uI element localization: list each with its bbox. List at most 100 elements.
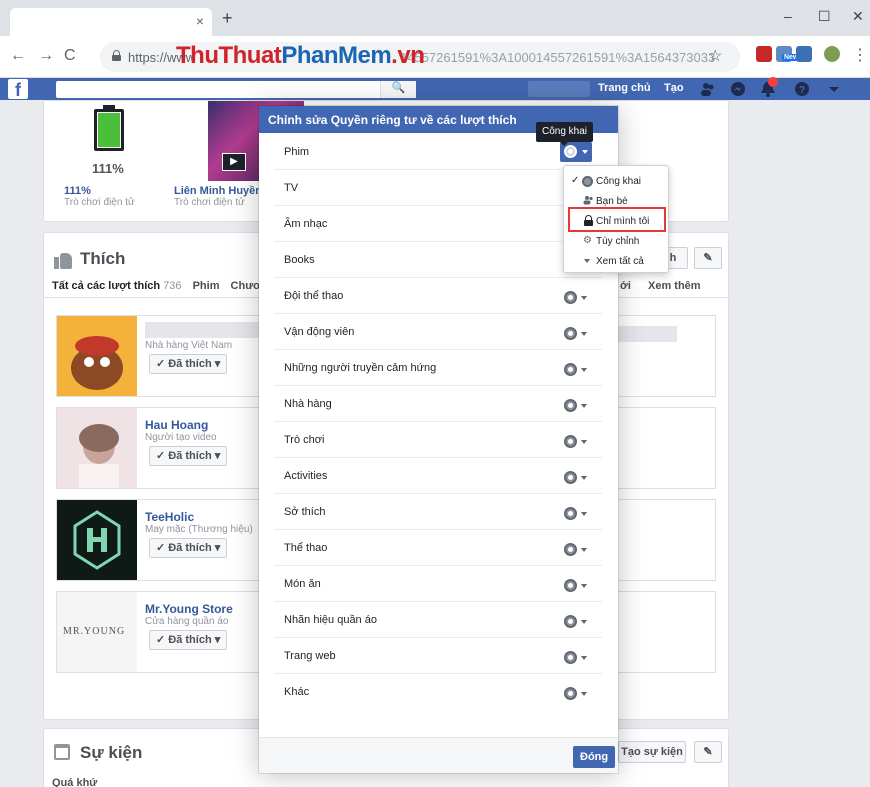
close-window-button[interactable]: ✕ xyxy=(852,8,864,25)
maximize-button[interactable]: ☐ xyxy=(818,8,831,25)
svg-text:?: ? xyxy=(799,85,805,96)
page-avatar[interactable] xyxy=(57,408,137,488)
page-avatar[interactable] xyxy=(57,316,137,396)
audience-selector-button[interactable] xyxy=(564,578,594,594)
liked-button[interactable]: ✓ Đã thích ▾ xyxy=(149,446,228,466)
audience-selector-button[interactable] xyxy=(564,470,594,486)
game-category: Trò chơi điện tử xyxy=(64,197,135,208)
browser-tab[interactable]: × xyxy=(10,8,212,36)
globe-icon xyxy=(564,543,577,556)
game-name[interactable]: Liên Minh Huyền... xyxy=(174,185,271,197)
new-tab-button[interactable]: + xyxy=(222,8,233,29)
globe-icon xyxy=(564,471,577,484)
minimize-button[interactable]: – xyxy=(784,8,792,24)
chevron-down-icon xyxy=(581,296,587,300)
liked-button[interactable]: ✓ Đã thích ▾ xyxy=(149,630,228,650)
menu-item-see-all[interactable]: Xem tất cả xyxy=(568,252,666,272)
search-input[interactable]: 🔍 xyxy=(56,81,416,98)
home-link[interactable]: Trang chủ xyxy=(598,82,651,94)
tab-all-likes[interactable]: Tất cả các lượt thích xyxy=(52,280,160,292)
page-name[interactable]: Mr.Young Store xyxy=(145,602,233,616)
brand-logo-text: MR.YOUNG xyxy=(63,626,126,637)
category-label: Thể thao xyxy=(284,542,328,554)
category-label: Khác xyxy=(284,686,310,698)
audience-selector-button[interactable] xyxy=(564,326,594,342)
audience-selector-button[interactable] xyxy=(564,650,594,666)
messenger-icon[interactable] xyxy=(730,81,746,97)
extension-icon[interactable] xyxy=(756,46,772,62)
search-icon[interactable]: 🔍 xyxy=(380,81,416,98)
edit-pencil-icon[interactable]: ✎ xyxy=(694,247,722,269)
audience-selector-button[interactable] xyxy=(564,434,594,450)
audience-selector-button[interactable] xyxy=(564,542,594,558)
globe-icon xyxy=(564,145,577,158)
audience-selector-button[interactable] xyxy=(564,686,594,702)
globe-icon xyxy=(564,507,577,520)
edit-pencil-icon[interactable]: ✎ xyxy=(694,741,722,763)
liked-button[interactable]: ✓ Đã thích ▾ xyxy=(149,538,228,558)
bookmark-star-icon[interactable]: ☆ xyxy=(708,46,722,66)
reload-icon[interactable]: C xyxy=(64,47,76,65)
audience-selector-button[interactable] xyxy=(564,290,594,306)
privacy-row: Sở thích xyxy=(274,494,602,530)
notifications-icon[interactable] xyxy=(760,77,778,97)
page-avatar[interactable] xyxy=(57,500,137,580)
facebook-logo[interactable]: f xyxy=(8,79,28,100)
see-more-link[interactable]: Xem thêm xyxy=(648,280,701,292)
create-link[interactable]: Tạo xyxy=(664,82,684,94)
category-label: Activities xyxy=(284,470,328,482)
menu-item-public[interactable]: ✓ Công khai xyxy=(568,172,666,192)
category-label: Âm nhạc xyxy=(284,218,328,230)
dialog-title: Chỉnh sửa Quyền riêng tư về các lượt thí… xyxy=(268,113,517,127)
close-dialog-button[interactable]: Đóng xyxy=(573,746,616,768)
audience-selector-button[interactable] xyxy=(564,398,594,414)
friend-requests-icon[interactable] xyxy=(700,81,716,97)
category-label: Món ăn xyxy=(284,578,321,590)
account-menu-icon[interactable] xyxy=(826,81,842,97)
download-icon[interactable] xyxy=(796,46,812,62)
privacy-row: Activities xyxy=(274,458,602,494)
page-name-placeholder xyxy=(145,322,275,338)
extension-icon[interactable]: New xyxy=(776,46,801,62)
url-input[interactable]: https://www 14557261591%3A10001455726159… xyxy=(100,42,740,72)
gear-icon: ⚙ xyxy=(583,235,592,246)
audience-selector-button[interactable] xyxy=(564,506,594,522)
forward-icon[interactable]: → xyxy=(38,47,54,65)
tab-truncated-right[interactable]: ới xyxy=(620,280,631,292)
tab-movies[interactable]: Phim xyxy=(193,280,220,292)
chevron-down-icon xyxy=(581,368,587,372)
profile-name-link[interactable] xyxy=(528,81,590,97)
chevron-down-icon xyxy=(581,692,587,696)
chevron-down-icon xyxy=(582,150,588,154)
globe-icon xyxy=(564,651,577,664)
category-label: Sở thích xyxy=(284,506,326,518)
placeholder xyxy=(617,326,677,342)
checkmark-icon: ✓ xyxy=(571,175,580,186)
privacy-row: Món ăn xyxy=(274,566,602,602)
audience-selector-button[interactable] xyxy=(564,614,594,630)
globe-icon xyxy=(564,399,577,412)
page-name[interactable]: TeeHolic xyxy=(145,510,194,524)
back-icon[interactable]: ← xyxy=(10,47,26,65)
globe-icon xyxy=(564,615,577,628)
help-icon[interactable]: ? xyxy=(794,81,810,97)
menu-item-custom[interactable]: ⚙ Tùy chỉnh xyxy=(568,232,666,252)
profile-avatar[interactable] xyxy=(824,46,840,62)
game-name[interactable]: 111% xyxy=(64,185,91,197)
privacy-row: Khác xyxy=(274,674,602,710)
page-avatar[interactable]: MR.YOUNG xyxy=(57,592,137,672)
play-icon[interactable]: ▶ xyxy=(222,153,246,171)
page-name[interactable]: Hau Hoang xyxy=(145,418,208,432)
tab-truncated[interactable]: Chươ xyxy=(231,280,261,292)
category-label: Đội thể thao xyxy=(284,290,344,302)
tab-close-icon[interactable]: × xyxy=(196,13,204,29)
browser-menu-icon[interactable]: ⋮ xyxy=(852,45,868,65)
privacy-row: Âm nhạc xyxy=(274,206,602,242)
create-event-button[interactable]: Tạo sự kiện xyxy=(618,741,686,763)
privacy-row: Thể thao xyxy=(274,530,602,566)
audience-selector-button[interactable] xyxy=(564,362,594,378)
likes-count: 736 xyxy=(163,280,182,292)
liked-button[interactable]: ✓ Đã thích ▾ xyxy=(149,354,228,374)
chevron-down-icon xyxy=(581,440,587,444)
category-label: Phim xyxy=(284,146,310,158)
